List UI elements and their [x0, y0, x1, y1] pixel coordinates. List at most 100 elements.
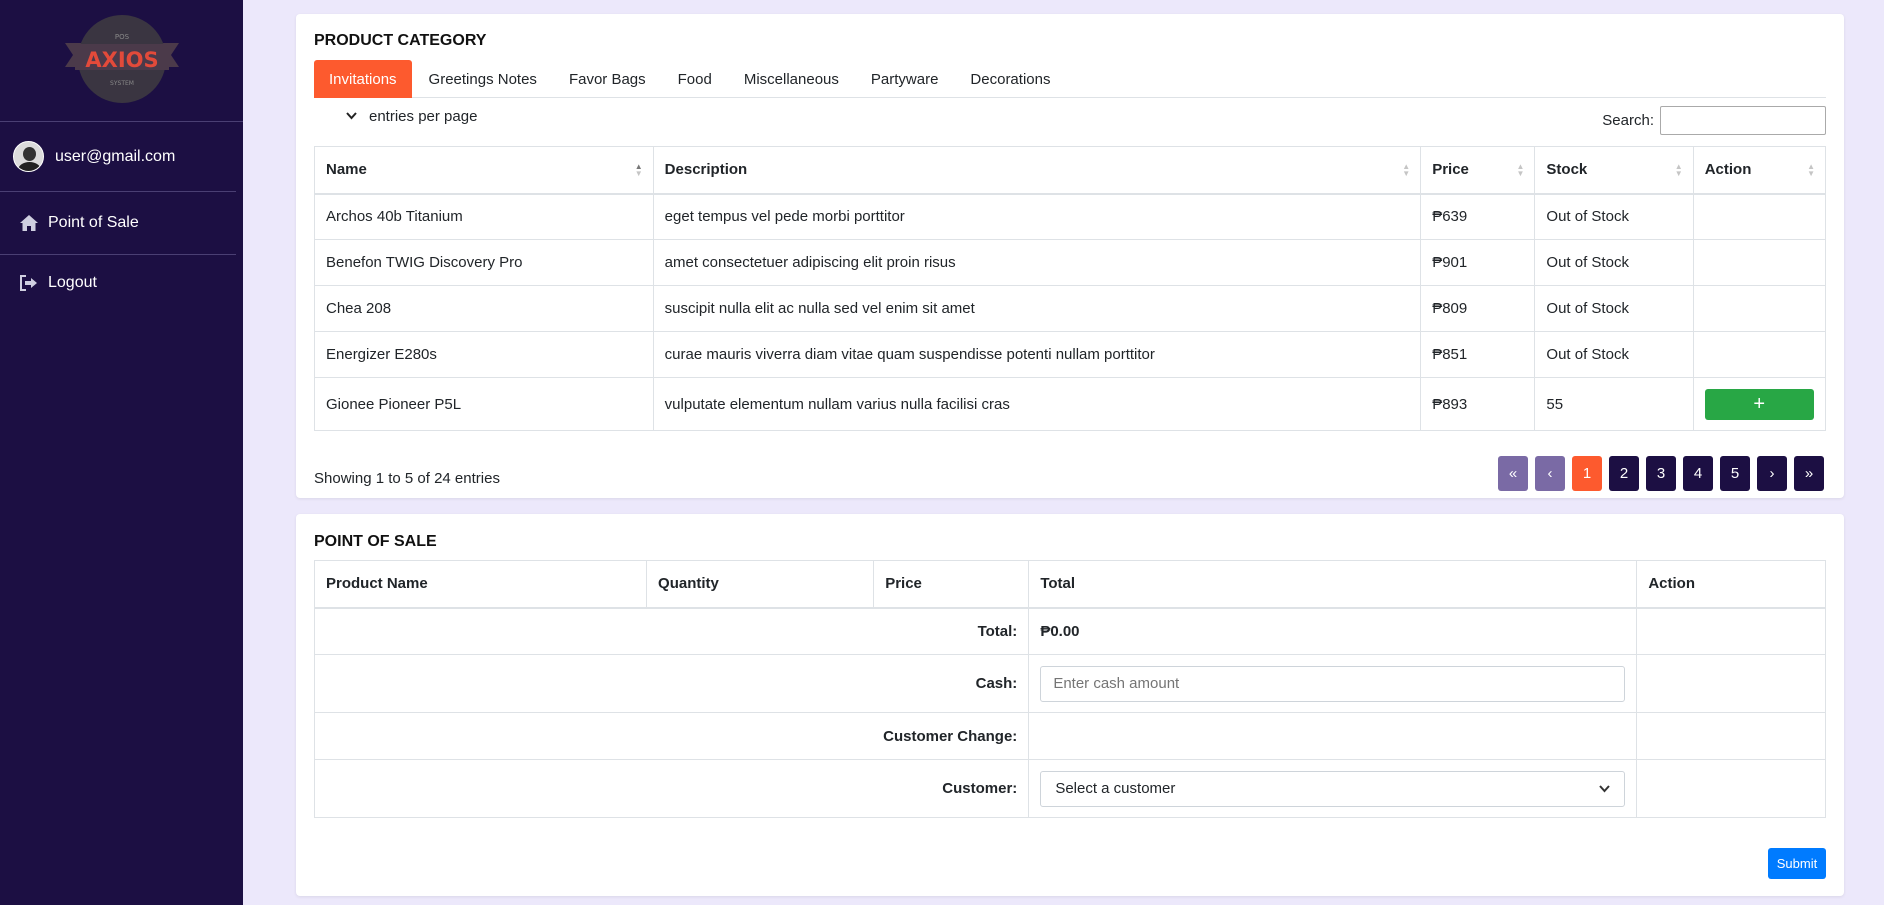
- sort-icon: ▲ ▼: [634, 162, 643, 178]
- tab-favor-bags[interactable]: Favor Bags: [554, 60, 661, 98]
- page-2-button[interactable]: 2: [1609, 456, 1639, 491]
- product-action: [1692, 193, 1827, 240]
- logo-area: POS AXIOS SYSTEM: [0, 0, 243, 122]
- pagination: « ‹ 1 2 3 4 5 › »: [1491, 456, 1824, 491]
- page-next-button[interactable]: ›: [1757, 456, 1787, 491]
- product-action: [1692, 331, 1827, 378]
- tab-decorations[interactable]: Decorations: [955, 60, 1065, 98]
- product-price: ₱809: [1420, 285, 1536, 332]
- table-row: Benefon TWIG Discovery Pro amet consecte…: [314, 239, 1827, 286]
- product-description: amet consectetuer adipiscing elit proin …: [652, 239, 1422, 286]
- search: Search:: [1602, 106, 1826, 135]
- tab-partyware[interactable]: Partyware: [856, 60, 954, 98]
- product-action: [1692, 285, 1827, 332]
- category-tabs: Invitations Greetings Notes Favor Bags F…: [314, 60, 1826, 98]
- point-of-sale-title: POINT OF SALE: [314, 533, 437, 550]
- product-name: Chea 208: [314, 285, 654, 332]
- sort-icon: ▲ ▼: [1807, 162, 1815, 178]
- col-price-header: Price: [873, 560, 1030, 609]
- cash-input[interactable]: [1040, 665, 1626, 702]
- total-label: Total:: [313, 607, 1030, 655]
- product-price: ₱901: [1420, 239, 1536, 286]
- page-1-button[interactable]: 1: [1572, 456, 1602, 491]
- product-description: curae mauris viverra diam vitae quam sus…: [652, 331, 1422, 378]
- total-value: ₱0.00: [1028, 607, 1638, 655]
- product-action: [1692, 239, 1827, 286]
- product-description: vulputate elementum nullam varius nulla …: [652, 377, 1422, 431]
- entries-per-page[interactable]: entries per page: [346, 108, 477, 125]
- page-last-button[interactable]: »: [1794, 456, 1824, 491]
- tab-food[interactable]: Food: [663, 60, 727, 98]
- page-5-button[interactable]: 5: [1720, 456, 1750, 491]
- change-row: Customer Change:: [313, 712, 1826, 760]
- avatar: [13, 141, 44, 172]
- logo-bottom-text: SYSTEM: [110, 80, 134, 87]
- product-name: Archos 40b Titanium: [314, 193, 654, 240]
- tab-greetings-notes[interactable]: Greetings Notes: [414, 60, 552, 98]
- change-label: Customer Change:: [313, 712, 1030, 760]
- table-row: Energizer E280s curae mauris viverra dia…: [314, 331, 1827, 378]
- axios-logo: POS AXIOS SYSTEM: [64, 14, 179, 103]
- nav-logout[interactable]: Logout: [0, 255, 243, 311]
- col-action-header: Action: [1636, 560, 1826, 609]
- product-description: eget tempus vel pede morbi porttitor: [652, 193, 1422, 240]
- chevron-down-icon[interactable]: [346, 111, 357, 123]
- logout-icon: [19, 273, 39, 293]
- page-prev-button[interactable]: ‹: [1535, 456, 1565, 491]
- nav-point-of-sale[interactable]: Point of Sale: [0, 192, 236, 255]
- search-label: Search:: [1602, 112, 1654, 129]
- product-name: Benefon TWIG Discovery Pro: [314, 239, 654, 286]
- nav-logout-label: Logout: [48, 274, 97, 291]
- page-3-button[interactable]: 3: [1646, 456, 1676, 491]
- point-of-sale-card: POINT OF SALE Product Name Quantity Pric…: [296, 514, 1844, 896]
- page-first-button[interactable]: «: [1498, 456, 1528, 491]
- product-name: Energizer E280s: [314, 331, 654, 378]
- product-stock: Out of Stock: [1534, 331, 1694, 378]
- sale-table: Product Name Quantity Price Total Action…: [313, 560, 1826, 818]
- chevron-down-icon: [1599, 780, 1611, 797]
- table-row: Gionee Pioneer P5L vulputate elementum n…: [314, 377, 1827, 431]
- search-input[interactable]: [1660, 106, 1826, 135]
- cash-row: Cash:: [313, 654, 1826, 713]
- nav-point-of-sale-label: Point of Sale: [48, 214, 139, 231]
- change-value: [1028, 712, 1638, 760]
- product-name: Gionee Pioneer P5L: [314, 377, 654, 431]
- product-price: ₱893: [1420, 377, 1536, 431]
- customer-row: Customer: Select a customer: [313, 759, 1826, 818]
- page-4-button[interactable]: 4: [1683, 456, 1713, 491]
- sort-icon: ▲ ▼: [1402, 162, 1411, 178]
- customer-select-value: Select a customer: [1055, 780, 1176, 797]
- product-stock: Out of Stock: [1534, 239, 1694, 286]
- products-table: Name ▲ ▼ Description ▲ ▼ Price ▲ ▼ Stock ▲ ▼ Act…: [314, 146, 1827, 431]
- product-description: suscipit nulla elit ac nulla sed vel eni…: [652, 285, 1422, 332]
- col-stock-header[interactable]: Stock ▲ ▼: [1534, 146, 1694, 195]
- add-to-cart-button[interactable]: +: [1704, 388, 1814, 420]
- col-action-header[interactable]: Action ▲ ▼: [1692, 146, 1827, 195]
- product-action: +: [1692, 377, 1827, 431]
- showing-entries: Showing 1 to 5 of 24 entries: [314, 470, 500, 487]
- col-price-header[interactable]: Price ▲ ▼: [1420, 146, 1536, 195]
- logo-main-text: AXIOS: [85, 48, 158, 72]
- customer-select[interactable]: Select a customer: [1040, 770, 1626, 807]
- table-row: Archos 40b Titanium eget tempus vel pede…: [314, 193, 1827, 240]
- home-icon: [19, 213, 39, 233]
- product-price: ₱851: [1420, 331, 1536, 378]
- col-name-header[interactable]: Name ▲ ▼: [314, 146, 654, 195]
- logo-top-text: POS: [114, 33, 129, 41]
- tab-miscellaneous[interactable]: Miscellaneous: [729, 60, 854, 98]
- col-product-name-header: Product Name: [313, 560, 648, 609]
- tab-invitations[interactable]: Invitations: [314, 60, 412, 98]
- table-row: Chea 208 suscipit nulla elit ac nulla se…: [314, 285, 1827, 332]
- user-profile[interactable]: user@gmail.com: [0, 122, 236, 192]
- col-total-header: Total: [1028, 560, 1638, 609]
- product-price: ₱639: [1420, 193, 1536, 240]
- sidebar: POS AXIOS SYSTEM user@gmail.com Point of…: [0, 0, 243, 905]
- sort-icon: ▲ ▼: [1674, 162, 1683, 178]
- col-description-header[interactable]: Description ▲ ▼: [652, 146, 1422, 195]
- product-category-card: PRODUCT CATEGORY Invitations Greetings N…: [296, 14, 1844, 498]
- submit-button[interactable]: Submit: [1768, 848, 1826, 879]
- col-quantity-header: Quantity: [646, 560, 875, 609]
- user-email: user@gmail.com: [55, 147, 176, 165]
- entries-per-page-label: entries per page: [369, 108, 478, 125]
- cash-label: Cash:: [313, 654, 1030, 713]
